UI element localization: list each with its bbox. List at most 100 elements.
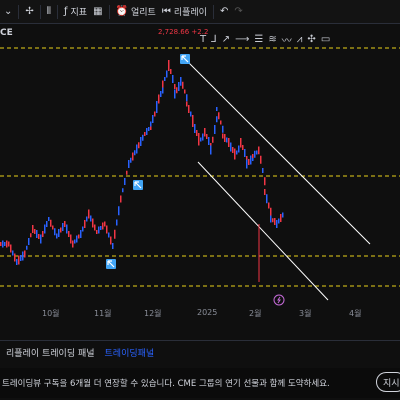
candle <box>64 221 66 227</box>
candle <box>174 84 176 89</box>
time-axis-label: 2월 <box>249 309 262 318</box>
bottom-panel-tabs: 리플레이 트레이딩 패널 트레이딩패널 <box>0 340 400 364</box>
arrow-marker-icon[interactable] <box>180 54 190 64</box>
candle <box>96 230 98 234</box>
candle <box>44 224 46 234</box>
candle <box>166 70 168 78</box>
candle <box>100 226 102 230</box>
candle <box>248 159 250 165</box>
candle <box>90 215 92 222</box>
more-icon[interactable]: ✢ <box>25 6 33 17</box>
candle <box>250 155 252 165</box>
candle <box>216 116 218 123</box>
candle <box>160 91 162 97</box>
alert-button[interactable]: ⏰ 얼리트 <box>116 5 156 18</box>
channel-line-upper[interactable] <box>185 59 371 245</box>
candle <box>104 221 106 227</box>
candle <box>140 137 142 146</box>
candle <box>242 145 244 150</box>
candle <box>218 112 220 120</box>
candle <box>4 242 6 246</box>
candle <box>270 215 272 223</box>
candle <box>252 154 254 158</box>
candle <box>84 220 86 228</box>
candle <box>280 214 282 222</box>
lightning-icon[interactable] <box>273 294 285 306</box>
price-chart[interactable] <box>0 24 400 324</box>
divider <box>108 4 110 19</box>
candle <box>186 101 188 107</box>
indicator-icon: ƒ <box>63 6 68 17</box>
candle <box>0 242 2 246</box>
candle <box>198 138 200 146</box>
candle <box>16 259 18 265</box>
time-axis-label: 12월 <box>144 309 162 318</box>
indicators-label: 지표 <box>70 8 88 18</box>
candle <box>270 207 272 217</box>
candle <box>110 236 112 245</box>
candle <box>12 250 14 256</box>
banner-action-button[interactable]: 지시 <box>376 372 400 392</box>
replay-button[interactable]: ⏮ 리플레이 <box>162 5 207 18</box>
candle <box>114 229 116 239</box>
candle <box>24 250 26 258</box>
candle <box>118 206 120 216</box>
candle <box>222 125 224 133</box>
candle <box>62 223 64 231</box>
candle <box>130 157 132 163</box>
candle <box>172 75 174 83</box>
candle <box>262 168 264 173</box>
candle <box>196 130 198 136</box>
candle <box>164 77 166 81</box>
candle <box>106 225 108 234</box>
candle <box>256 150 258 155</box>
candle <box>80 230 82 238</box>
candle <box>272 218 274 223</box>
time-axis-label: 3월 <box>299 309 312 318</box>
candle-series <box>0 60 284 282</box>
candle <box>192 121 194 127</box>
candle <box>234 152 236 160</box>
candle <box>68 231 70 237</box>
candle <box>230 142 232 152</box>
candle <box>174 89 176 99</box>
candle <box>266 194 268 204</box>
layout-grid-icon[interactable]: ▦ <box>93 6 102 17</box>
candle <box>254 150 256 158</box>
candle <box>70 234 72 244</box>
candle <box>26 245 28 250</box>
candle <box>132 152 134 161</box>
alarm-clock-icon: ⏰ <box>115 6 128 17</box>
candle <box>32 225 34 233</box>
candle <box>264 189 266 195</box>
candle <box>38 234 40 239</box>
candle <box>194 124 196 133</box>
time-axis-label: 11월 <box>94 309 112 318</box>
candle <box>184 89 186 94</box>
candle <box>202 133 204 141</box>
candle <box>134 150 136 156</box>
undo-icon[interactable]: ↶ <box>220 6 228 17</box>
candle <box>120 195 122 203</box>
tab-replay-trading-panel[interactable]: 리플레이 트레이딩 패널 <box>6 346 95 359</box>
divider <box>39 4 41 19</box>
candle <box>126 170 128 175</box>
chart-type-icon[interactable]: ⫴ <box>47 6 51 17</box>
candle <box>264 177 266 186</box>
arrow-marker-icon[interactable] <box>133 180 143 190</box>
time-axis-label: 2025 <box>197 308 218 317</box>
chevron-down-icon[interactable]: ⌄ <box>4 6 12 17</box>
divider <box>18 4 20 19</box>
candle <box>94 224 96 231</box>
indicators-button[interactable]: ƒ 지표 <box>64 5 87 18</box>
candle <box>102 222 104 230</box>
tab-trading-panel[interactable]: 트레이딩패널 <box>105 346 155 359</box>
candle <box>282 212 284 218</box>
candle <box>52 225 54 230</box>
candle <box>222 133 224 139</box>
candle <box>74 239 76 244</box>
arrow-marker-icon[interactable] <box>106 259 116 269</box>
redo-icon[interactable]: ↷ <box>234 6 242 17</box>
candle <box>76 235 78 243</box>
candle <box>188 105 190 113</box>
